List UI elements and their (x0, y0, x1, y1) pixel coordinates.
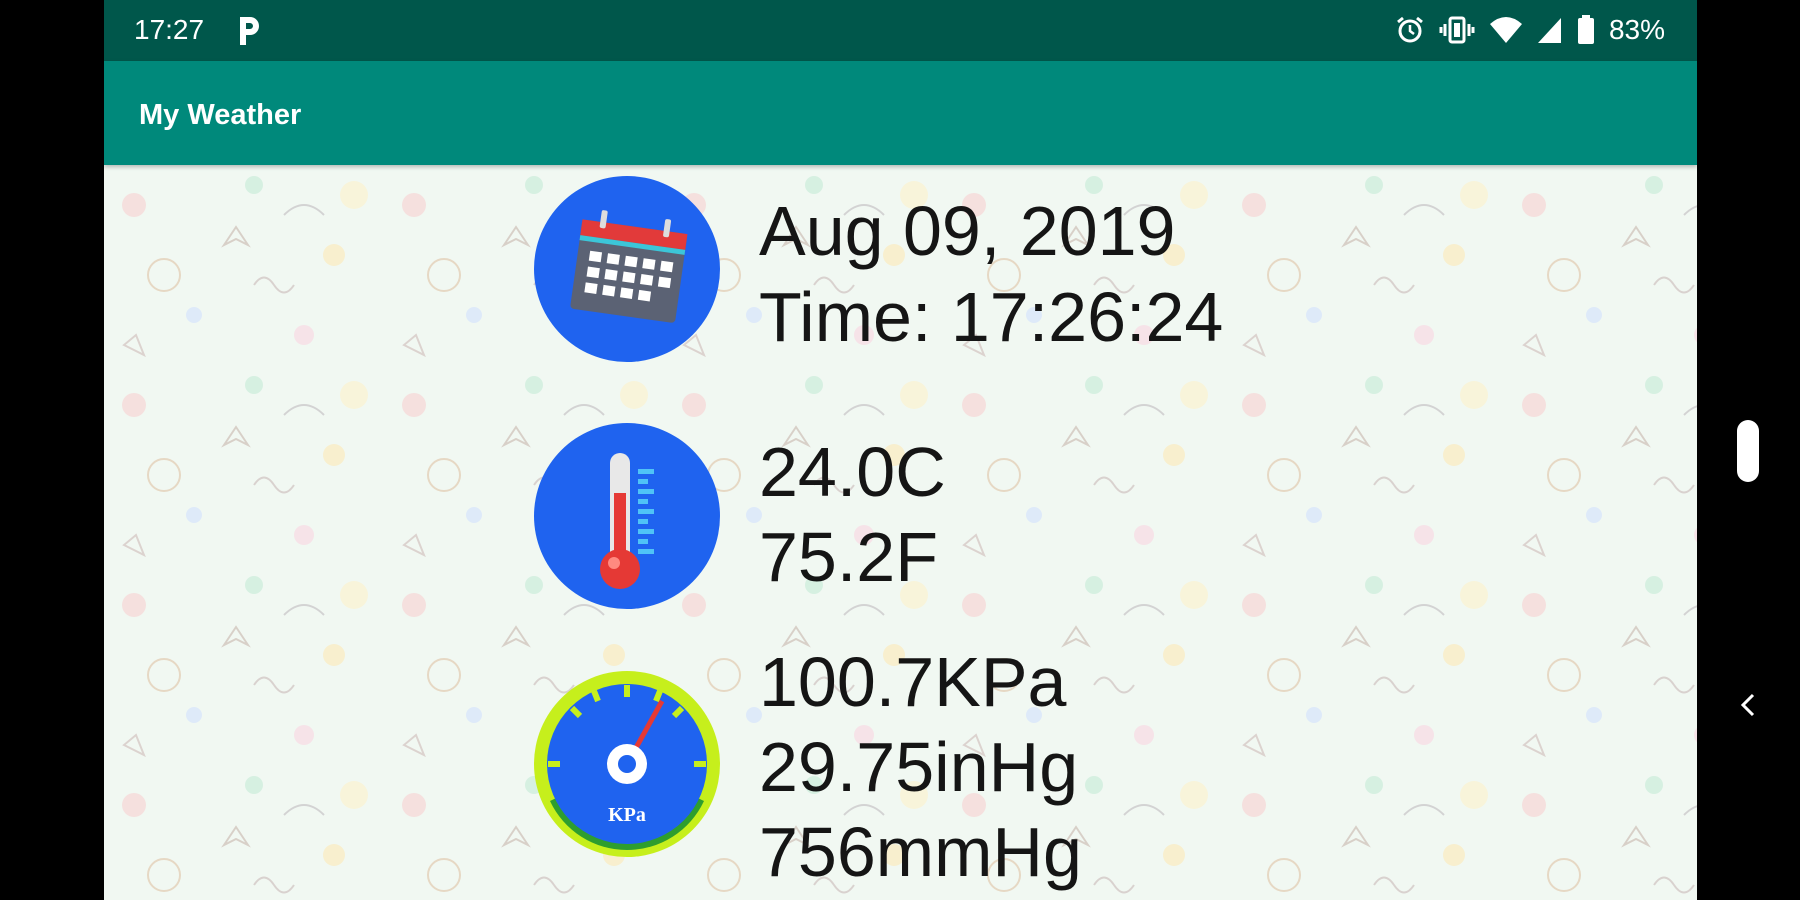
status-bar: 17:27 83% (104, 0, 1697, 61)
pressure-inhg: 29.75inHg (759, 728, 1079, 806)
status-time: 17:27 (134, 14, 205, 45)
app-title: My Weather (139, 99, 302, 131)
app-bar: My Weather (104, 61, 1697, 165)
signal-icon (1537, 18, 1561, 43)
calendar-icon (534, 176, 720, 362)
home-button[interactable] (1737, 420, 1759, 482)
gauge-unit-label: KPa (608, 804, 646, 826)
back-icon[interactable] (1737, 690, 1759, 720)
pressure-kpa: 100.7KPa (759, 643, 1067, 721)
pressure-gauge-icon: KPa (534, 671, 720, 857)
date-text: Aug 09, 2019 (759, 192, 1176, 270)
parking-icon (240, 17, 259, 45)
battery-icon (1577, 15, 1594, 44)
status-icons: 83% (1395, 12, 1665, 48)
weather-content: Aug 09, 2019 Time: 17:26:24 24.0C 75.2F (104, 165, 1697, 900)
alarm-icon (1397, 16, 1423, 43)
time-text: Time: 17:26:24 (759, 278, 1224, 356)
phone-screen: 17:27 83% My Weather Aug 09, 2019 Time: … (104, 0, 1697, 900)
thermometer-icon (534, 423, 720, 609)
temperature-celsius: 24.0C (759, 433, 946, 511)
battery-percentage: 83% (1608, 14, 1665, 45)
vibrate-icon (1439, 16, 1475, 44)
pressure-mmhg: 756mmHg (759, 813, 1082, 891)
wifi-icon (1489, 17, 1522, 43)
navigation-bar (1697, 0, 1800, 900)
temperature-fahrenheit: 75.2F (759, 518, 938, 596)
